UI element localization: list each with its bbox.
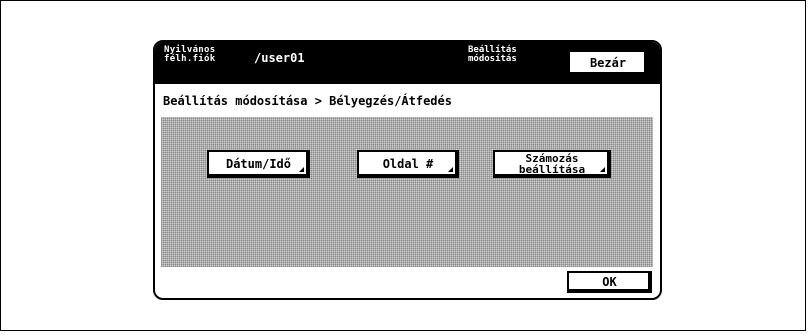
close-button-label: Bezár [589,56,627,70]
close-button[interactable]: Bezár [568,50,648,76]
date-time-label: Dátum/Idő [225,156,292,171]
account-type-label: Nyilvános félh.fiók [164,45,216,64]
content-area: Dátum/Idő Oldal # Számozás beállítása [161,117,653,267]
submenu-corner-icon [448,167,453,172]
page-number-button[interactable]: Oldal # [357,150,459,178]
numbering-settings-button[interactable]: Számozás beállítása [493,150,611,178]
numbering-settings-label: Számozás beállítása [518,152,586,176]
title-bar: Nyilvános félh.fiók /user01 Beállítás mó… [155,42,660,84]
breadcrumb: Beállítás módosítása > Bélyegzés/Átfedés [163,94,452,108]
date-time-button[interactable]: Dátum/Idő [207,150,310,178]
ok-button-label: OK [602,275,617,289]
submenu-corner-icon [600,167,605,172]
mode-label: Beállítás módosítás [468,45,517,64]
user-name: /user01 [254,51,305,65]
page-number-label: Oldal # [382,156,434,171]
submenu-corner-icon [299,167,304,172]
control-panel-screen: Nyilvános félh.fiók /user01 Beállítás mó… [153,40,662,300]
ok-button[interactable]: OK [567,271,652,293]
